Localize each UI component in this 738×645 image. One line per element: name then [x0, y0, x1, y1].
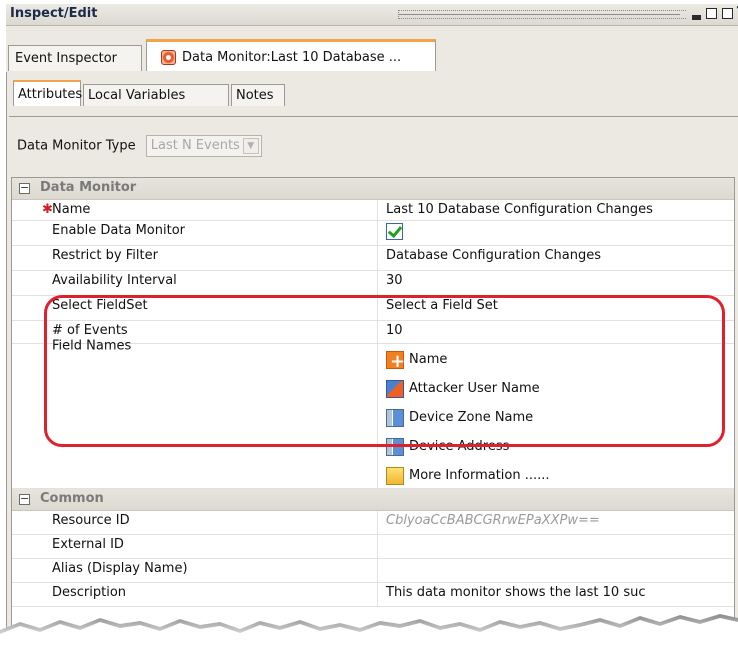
field-label: More Information ...... — [409, 468, 550, 483]
tab-label: Data Monitor:Last 10 Database ... — [182, 50, 402, 65]
row-name[interactable]: ✱ Name Last 10 Database Configuration Ch… — [12, 200, 734, 221]
minimize-button[interactable] — [692, 15, 701, 20]
section-title: Data Monitor — [40, 180, 137, 195]
row-description[interactable]: Description This data monitor shows the … — [12, 583, 734, 607]
row-label-cell: Enable Data Monitor — [12, 221, 378, 245]
monitor-type-value: Last N Events — [150, 138, 240, 153]
field-item[interactable]: Device Address — [386, 432, 509, 461]
fieldset-value[interactable]: Select a Field Set — [386, 298, 498, 313]
attributes-panel: Data Monitor Type Last N Events ▼ − Data… — [9, 116, 738, 645]
row-label-cell: Resource ID — [12, 511, 378, 534]
interval-value[interactable]: 30 — [386, 273, 403, 288]
device-icon — [386, 408, 404, 427]
row-label-cell: Field Names — [12, 339, 378, 488]
row-label: Alias (Display Name) — [52, 561, 188, 576]
row-label: Resource ID — [52, 513, 130, 528]
collapse-icon[interactable]: − — [19, 182, 30, 194]
name-field-icon — [386, 347, 405, 376]
field-item[interactable]: Name — [386, 345, 448, 376]
field-item[interactable]: Attacker User Name — [386, 374, 540, 403]
tab-event-inspector[interactable]: Event Inspector — [8, 45, 142, 71]
tab-label: Local Variables — [88, 88, 186, 103]
row-external-id[interactable]: External ID — [12, 535, 734, 559]
monitor-type-label: Data Monitor Type — [17, 138, 136, 154]
attacker-user-icon — [386, 379, 404, 398]
field-label: Device Address — [409, 439, 510, 454]
field-item[interactable]: Device Zone Name — [386, 403, 533, 432]
row-label: Description — [52, 585, 127, 600]
row-fieldset[interactable]: Select FieldSet Select a Field Set — [12, 296, 734, 321]
collapse-icon[interactable]: − — [19, 493, 30, 505]
row-enable[interactable]: Enable Data Monitor — [12, 221, 734, 246]
tab-notes[interactable]: Notes — [231, 84, 285, 106]
section-common[interactable]: − Common — [12, 489, 734, 511]
tab-label: Attributes — [18, 87, 83, 102]
maximize-button[interactable] — [706, 8, 717, 19]
enable-checkbox[interactable] — [386, 223, 403, 240]
chevron-down-icon: ▼ — [242, 138, 259, 154]
title-bar: Inspect/Edit ? — [6, 4, 738, 26]
row-label-cell: Description — [12, 583, 378, 606]
window-title: Inspect/Edit — [10, 6, 98, 21]
row-alias[interactable]: Alias (Display Name) — [12, 559, 734, 583]
section-data-monitor[interactable]: − Data Monitor — [12, 178, 734, 200]
field-label: Attacker User Name — [409, 381, 540, 396]
row-label: External ID — [52, 537, 124, 552]
tab-label: Notes — [236, 88, 274, 103]
device-icon — [386, 437, 404, 456]
restore-button[interactable] — [722, 8, 733, 19]
row-label: Enable Data Monitor — [52, 223, 186, 238]
row-field-names[interactable]: Field Names Name Attacker User Name Devi… — [12, 339, 734, 490]
torn-edge — [0, 614, 738, 645]
data-monitor-icon — [161, 50, 176, 65]
row-label-cell: External ID — [12, 535, 378, 558]
field-item[interactable]: More Information ...... — [386, 461, 550, 490]
editor-tab-bar: Event Inspector Data Monitor:Last 10 Dat… — [6, 26, 738, 72]
editor-content: Attributes Local Variables Notes Data Mo… — [6, 72, 738, 645]
row-label: Restrict by Filter — [52, 248, 158, 263]
tab-label: Event Inspector — [15, 51, 118, 66]
tab-attributes[interactable]: Attributes — [13, 80, 83, 106]
monitor-type-select[interactable]: Last N Events ▼ — [145, 135, 262, 157]
description-value[interactable]: This data monitor shows the last 10 suc — [386, 585, 646, 600]
drag-grip[interactable] — [398, 10, 686, 19]
row-label: Field Names — [52, 338, 132, 354]
row-label: Name — [52, 202, 91, 217]
more-info-icon — [386, 466, 404, 485]
row-label: Select FieldSet — [52, 298, 148, 313]
inspect-edit-panel: Inspect/Edit ? Event Inspector Data Moni… — [0, 0, 738, 645]
row-interval[interactable]: Availability Interval 30 — [12, 271, 734, 296]
row-label-cell: Alias (Display Name) — [12, 559, 378, 582]
row-label-cell: Select FieldSet — [12, 296, 378, 320]
enable-value — [386, 223, 403, 244]
row-label: Availability Interval — [52, 273, 177, 288]
tab-data-monitor[interactable]: Data Monitor:Last 10 Database ... — [146, 39, 436, 71]
section-title: Common — [40, 491, 104, 506]
row-label: # of Events — [52, 323, 128, 338]
row-resource-id[interactable]: Resource ID CblyoaCcBABCGRrwEPaXXPw== — [12, 511, 734, 535]
row-label-cell: ✱ Name — [12, 200, 378, 220]
row-filter[interactable]: Restrict by Filter Database Configuratio… — [12, 246, 734, 271]
monitor-type-bar: Data Monitor Type Last N Events ▼ — [17, 135, 262, 157]
field-label: Device Zone Name — [409, 410, 534, 425]
filter-value[interactable]: Database Configuration Changes — [386, 248, 601, 263]
row-label-cell: Availability Interval — [12, 271, 378, 295]
name-value[interactable]: Last 10 Database Configuration Changes — [386, 202, 653, 217]
properties-grid: − Data Monitor ✱ Name Last 10 Database C… — [11, 177, 735, 645]
field-label: Name — [409, 352, 448, 367]
resource-id-value: CblyoaCcBABCGRrwEPaXXPw== — [386, 513, 600, 528]
row-label-cell: Restrict by Filter — [12, 246, 378, 270]
tab-local-variables[interactable]: Local Variables — [83, 84, 229, 106]
events-value[interactable]: 10 — [386, 323, 403, 338]
